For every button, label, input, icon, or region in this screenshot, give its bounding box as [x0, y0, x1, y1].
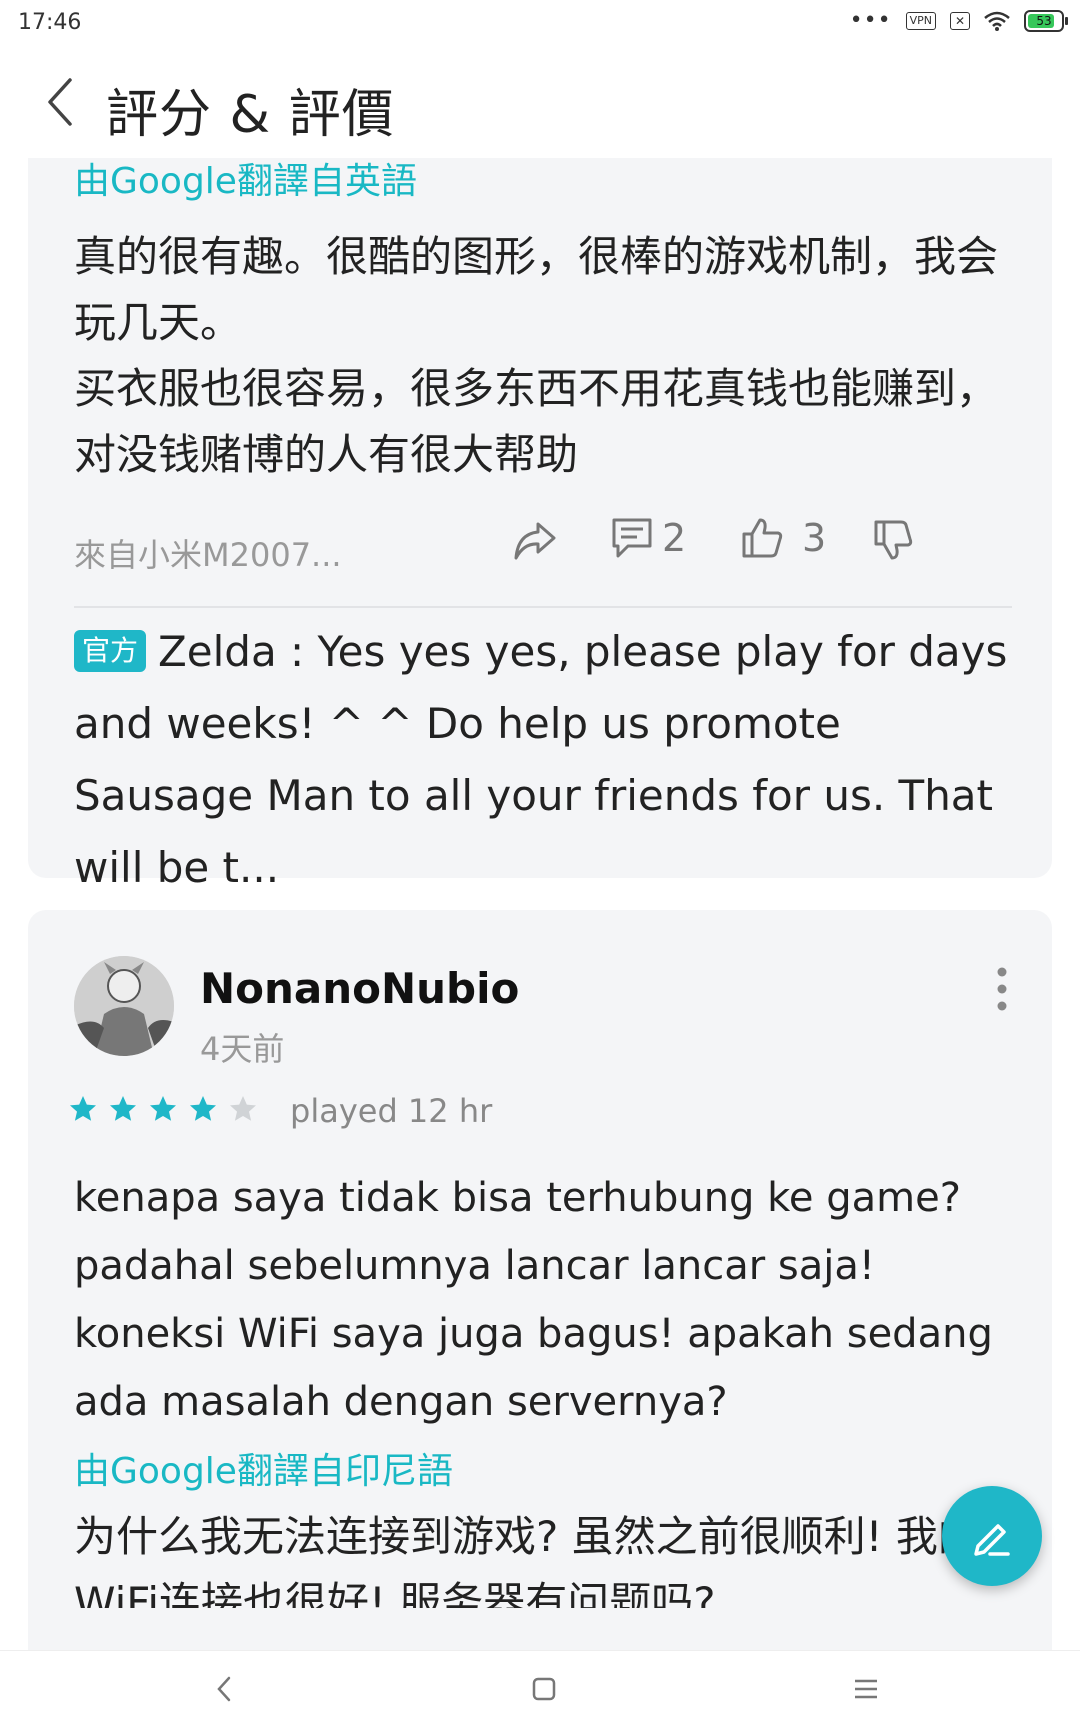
comment-button[interactable]: 2 [610, 516, 686, 560]
official-reply[interactable]: 官方 Zelda : Yes yes yes, please play for d… [74, 616, 1014, 904]
translated-review-text: 真的很有趣。很酷的图形，很棒的游戏机制，我会玩几天。 买衣服也很容易，很多东西不… [74, 224, 1004, 488]
system-nav-bar [0, 1650, 1080, 1729]
star-filled-icon [70, 1096, 96, 1121]
app-header: 評分 & 評價 [0, 48, 1080, 158]
more-options-button[interactable] [992, 964, 1012, 1014]
star-empty-icon [230, 1096, 256, 1121]
page-title: 評分 & 評價 [106, 85, 395, 145]
like-count: 3 [802, 516, 827, 560]
official-reply-text: Zelda : Yes yes yes, please play for day… [74, 627, 1008, 892]
chevron-left-icon [48, 78, 72, 126]
battery-icon: 53 [1024, 10, 1068, 32]
back-button[interactable] [40, 74, 90, 130]
nav-home-button[interactable] [524, 1669, 564, 1709]
thumbs-up-icon [742, 518, 783, 558]
username[interactable]: NonanoNubio [200, 964, 519, 1013]
share-button[interactable] [512, 520, 558, 562]
like-button[interactable]: 3 [740, 516, 826, 560]
more-vertical-icon [997, 967, 1007, 1011]
no-sim-icon: ✕ [950, 12, 970, 30]
comment-count: 2 [662, 516, 687, 560]
more-notifications-icon: ••• [849, 8, 892, 33]
nav-menu-button[interactable] [846, 1669, 886, 1709]
vpn-icon: VPN [905, 12, 936, 30]
share-arrow-icon [514, 522, 556, 560]
edit-pen-icon [974, 1524, 1010, 1556]
status-bar: 17:46 ••• VPN ✕ 53 [0, 0, 1080, 48]
translated-review-text-content: 真的很有趣。很酷的图形，很棒的游戏机制，我会玩几天。 买衣服也很容易，很多东西不… [74, 232, 999, 479]
review-actions: 2 3 [28, 516, 1052, 586]
nav-back-button[interactable] [204, 1669, 244, 1709]
star-filled-icon [150, 1096, 176, 1121]
star-filled-icon [190, 1096, 216, 1121]
star-rating [68, 1094, 258, 1124]
star-filled-icon [110, 1096, 136, 1121]
comment-icon [612, 518, 652, 558]
translated-review-text: 为什么我无法连接到游戏? 虽然之前很顺利! 我的WiFi连接也很好! 服务器有问… [74, 1512, 980, 1608]
official-badge: 官方 [74, 630, 147, 672]
divider [74, 606, 1012, 608]
translation-source-link[interactable]: 由Google翻譯自英語 [74, 152, 417, 204]
avatar-image [74, 956, 174, 1056]
review-card: 由Google翻譯自英語 真的很有趣。很酷的图形，很棒的游戏机制，我会玩几天。 … [28, 130, 1052, 892]
played-time: played 12 hr [290, 1092, 493, 1130]
thumbs-down-icon [874, 520, 913, 560]
nav-home-icon [532, 1677, 556, 1701]
status-icons: ••• VPN ✕ 53 [849, 8, 1068, 33]
review-card: NonanoNubio 4天前 played 12 hr kenapa saya… [28, 910, 1052, 1710]
dislike-button[interactable] [872, 518, 914, 562]
write-review-button[interactable] [942, 1486, 1042, 1586]
battery-level: 53 [1036, 14, 1052, 28]
nav-menu-icon [855, 1679, 877, 1699]
status-time: 17:46 [18, 10, 82, 35]
review-text[interactable]: kenapa saya tidak bisa terhubung ke game… [74, 1164, 1034, 1436]
nav-back-icon [217, 1676, 231, 1702]
post-time: 4天前 [200, 1030, 285, 1068]
avatar[interactable] [74, 956, 174, 1056]
wifi-icon [984, 11, 1010, 31]
translation-source-link[interactable]: 由Google翻譯自印尼語 [74, 1442, 453, 1494]
